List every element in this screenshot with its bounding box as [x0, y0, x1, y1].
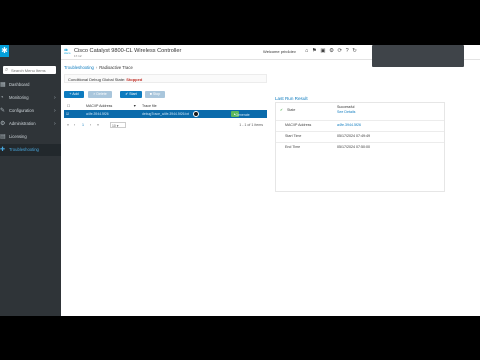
dashboard-icon: ▦ — [0, 82, 6, 88]
search-input[interactable] — [11, 66, 55, 74]
search-icon: ⌕ — [5, 67, 9, 73]
overlay-popup — [372, 45, 464, 67]
add-button[interactable]: + Add — [64, 91, 84, 98]
breadcrumb-link-troubleshooting[interactable]: Troubleshooting — [64, 65, 94, 70]
troubleshooting-icon: ✚ — [0, 147, 6, 153]
debug-state-banner: Conditional Debug Global State: Stopped — [64, 74, 267, 83]
last-run-panel: ✔ State Successful See Details MAC/IP Ad… — [275, 102, 445, 192]
sidebar-item-monitoring[interactable]: ◔ Monitoring › — [0, 92, 61, 104]
sidebar-item-licensing[interactable]: ▤ Licensing — [0, 131, 61, 143]
chevron-right-icon: › — [54, 121, 56, 127]
result-row-end: End Time 05/17/2024 07:50:00 — [285, 145, 370, 149]
first-page-icon[interactable]: « — [67, 121, 69, 129]
stop-button[interactable]: ■ Stop — [145, 91, 165, 98]
check-icon: ✔ — [280, 108, 284, 112]
monitoring-icon: ◔ — [0, 95, 4, 101]
table-row[interactable]: ☑ a4fe.3944.5f26 debugTrace_a4fe.3944.5f… — [64, 110, 267, 118]
app-window: ✱ ⌕ ▦ Dashboard ◔ Monitoring › ✎ Configu… — [0, 45, 480, 316]
sync-icon[interactable]: ⟳ — [338, 48, 343, 54]
row-checkbox[interactable]: ☑ — [66, 110, 69, 118]
home-logo-icon[interactable]: ✱ — [0, 45, 9, 57]
column-trace-file[interactable]: Trace file — [142, 103, 157, 110]
breadcrumb-current: Radioactive Trace — [99, 65, 133, 70]
sidebar-item-dashboard[interactable]: ▦ Dashboard — [0, 79, 61, 91]
generate-button[interactable]: ▸ Generate — [231, 111, 250, 117]
column-mac[interactable]: MAC/IP Address — [86, 103, 112, 110]
filter-icon[interactable]: ▼ — [133, 103, 137, 110]
header-icons: ⌂ ⚑ ▣ ⚙ ⟳ ? ↻ — [305, 48, 359, 54]
sidebar-item-troubleshooting[interactable]: ✚ Troubleshooting — [0, 144, 61, 156]
prev-page-icon[interactable]: ‹ — [74, 121, 75, 129]
delete-button[interactable]: × Delete — [88, 91, 112, 98]
administration-icon: ⚙ — [0, 121, 6, 127]
chevron-right-icon: › — [54, 108, 56, 114]
see-details-link[interactable]: See Details — [337, 110, 355, 114]
row-mac: a4fe.3944.5f26 — [86, 112, 109, 116]
grid-pager: « ‹ 1 › » 10 ▾ 1 - 1 of 1 items — [64, 121, 267, 129]
refresh-icon[interactable]: ↻ — [352, 48, 357, 54]
mouse-cursor — [193, 111, 199, 117]
flag-icon[interactable]: ⚑ — [312, 48, 317, 54]
chevron-down-icon: ▾ — [116, 124, 119, 128]
last-page-icon[interactable]: » — [97, 121, 99, 129]
debug-state-value: Stopped — [126, 77, 143, 82]
sidebar: ✱ ⌕ ▦ Dashboard ◔ Monitoring › ✎ Configu… — [0, 45, 61, 316]
cisco-logo: ılıılı cisco — [64, 47, 71, 55]
licensing-icon: ▤ — [0, 134, 6, 140]
pager-summary: 1 - 1 of 1 items — [239, 123, 263, 127]
gear-icon[interactable]: ⚙ — [329, 48, 334, 54]
select-all-checkbox[interactable]: ☐ — [67, 103, 70, 110]
row-trace-file[interactable]: debugTrace_a4fe.3944.5f26.txt — [142, 110, 189, 118]
home-icon[interactable]: ⌂ — [305, 48, 308, 54]
last-run-title: Last Run Result — [275, 96, 308, 101]
sidebar-search[interactable]: ⌕ — [3, 66, 56, 74]
page-number[interactable]: 1 — [82, 121, 84, 129]
welcome-text: Welcome priv4dev — [263, 49, 296, 54]
start-button[interactable]: ✔ Start — [120, 91, 142, 98]
chevron-right-icon: › — [54, 95, 56, 101]
page-size-select[interactable]: 10 ▾ — [110, 122, 126, 128]
result-row-state: ✔ State Successful See Details — [276, 103, 444, 121]
save-icon[interactable]: ▣ — [320, 48, 325, 54]
next-page-icon[interactable]: › — [90, 121, 91, 129]
breadcrumb: Troubleshooting › Radioactive Trace — [64, 65, 133, 70]
sidebar-item-configuration[interactable]: ✎ Configuration › — [0, 105, 61, 117]
sidebar-item-administration[interactable]: ⚙ Administration › — [0, 118, 61, 130]
configuration-icon: ✎ — [0, 108, 6, 114]
help-icon[interactable]: ? — [346, 48, 349, 54]
trace-grid: ☐ MAC/IP Address ▼ Trace file ☑ a4fe.394… — [64, 103, 267, 118]
app-title: Cisco Catalyst 9800-CL Wireless Controll… — [74, 48, 182, 58]
